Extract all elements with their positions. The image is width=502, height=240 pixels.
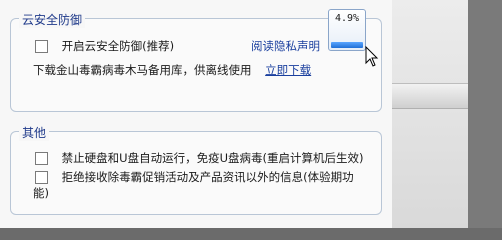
- settings-panel: 云安全防御 开启云安全防御(推荐) 阅读隐私声明 下载金山毒霸病毒木马备用库，供…: [0, 0, 393, 228]
- download-backup-text: 下载金山毒霸病毒木马备用库，供离线使用: [33, 63, 252, 77]
- block-autorun-label[interactable]: 禁止硬盘和U盘自动运行，免疫U盘病毒(重启计算机后生效): [62, 151, 364, 165]
- enable-cloud-security-label[interactable]: 开启云安全防御(推荐): [62, 39, 174, 53]
- background-window-shade: [468, 0, 502, 228]
- reject-promotions-checkbox[interactable]: [35, 171, 48, 184]
- reject-promotions-option[interactable]: 拒绝接收除毒霸促销活动及产品资讯以外的信息(体验期功: [35, 169, 354, 185]
- cpu-usage-value: 4.9%: [334, 13, 360, 24]
- other-group: 其他 禁止硬盘和U盘自动运行，免疫U盘病毒(重启计算机后生效) 拒绝接收除毒霸促…: [10, 124, 382, 215]
- security-group: 云安全防御 开启云安全防御(推荐) 阅读隐私声明 下载金山毒霸病毒木马备用库，供…: [10, 11, 382, 112]
- reject-promotions-label-line1[interactable]: 拒绝接收除毒霸促销活动及产品资讯以外的信息(体验期功: [62, 170, 354, 184]
- block-autorun-checkbox[interactable]: [35, 152, 48, 165]
- other-group-title: 其他: [19, 124, 50, 141]
- enable-cloud-security-option[interactable]: 开启云安全防御(推荐): [35, 38, 174, 54]
- cpu-usage-meter: 4.9%: [328, 9, 366, 51]
- block-autorun-option[interactable]: 禁止硬盘和U盘自动运行，免疫U盘病毒(重启计算机后生效): [35, 150, 363, 166]
- download-now-link[interactable]: 立即下载: [265, 63, 311, 77]
- download-backup-row: 下载金山毒霸病毒木马备用库，供离线使用 立即下载: [33, 62, 311, 78]
- background-window: [392, 0, 502, 228]
- reject-promotions-label-line2: 能): [33, 186, 49, 200]
- cpu-usage-fill: [331, 42, 363, 48]
- security-group-title: 云安全防御: [19, 11, 86, 28]
- privacy-statement-link[interactable]: 阅读隐私声明: [251, 38, 320, 54]
- enable-cloud-security-checkbox[interactable]: [35, 40, 48, 53]
- arrow-cursor-icon: [365, 45, 379, 71]
